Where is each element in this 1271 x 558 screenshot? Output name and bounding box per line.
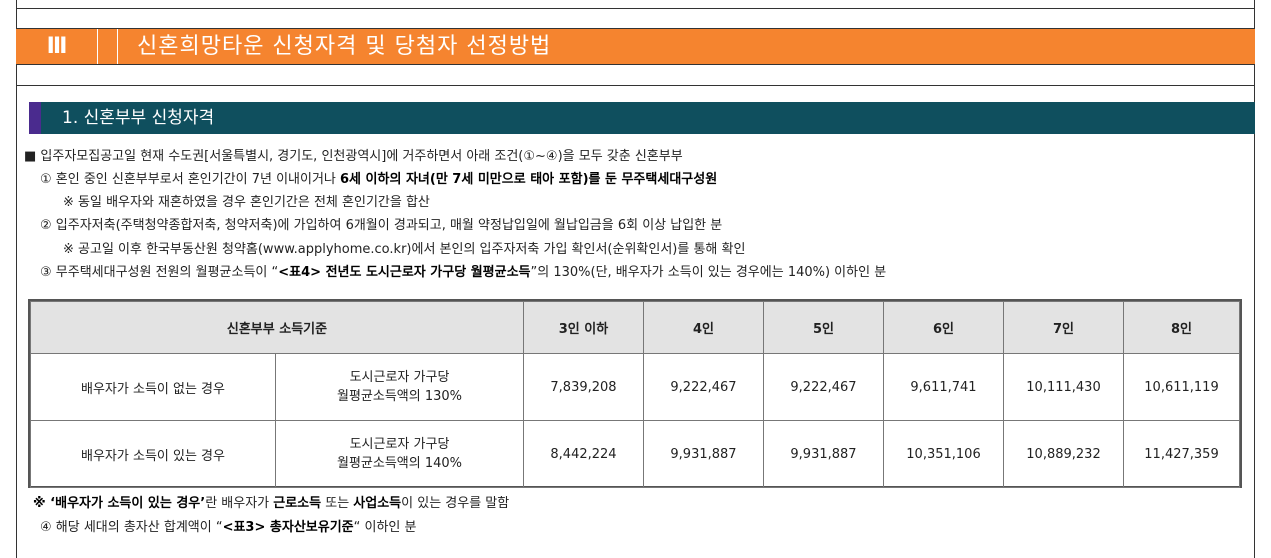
table-cell: 9,931,887: [763, 420, 884, 488]
section-number: Ⅲ: [46, 34, 68, 59]
condition-4-text-b: “ 이하인 분: [353, 520, 417, 535]
table-header-cell: 8인: [1123, 301, 1240, 354]
table-header-cell: 7인: [1003, 301, 1124, 354]
subsection-header: 1. 신혼부부 신청자격: [29, 102, 1255, 134]
subsection-accent: [29, 102, 41, 134]
table-cell: 10,611,119: [1123, 353, 1240, 421]
table-row: 배우자가 소득이 없는 경우 도시근로자 가구당 월평균소득액의 130% 7,…: [30, 353, 1240, 421]
intro-line: ■ 입주자모집공고일 현재 수도권[서울특별시, 경기도, 인천광역시]에 거주…: [24, 149, 683, 164]
condition-2: ② 입주자저축(주택청약종합저축, 청약저축)에 가입하여 6개월이 경과되고,…: [40, 218, 723, 233]
condition-1-note: ※ 동일 배우자와 재혼하였을 경우 혼인기간은 전체 혼인기간을 합산: [63, 195, 430, 210]
condition-4-bold: <표3> 총자산보유기준: [222, 520, 354, 535]
table-header-cell: 4인: [643, 301, 764, 354]
row-basis: 도시근로자 가구당 월평균소득액의 140%: [275, 420, 524, 488]
condition-1-text: ① 혼인 중인 신혼부부로서 혼인기간이 7년 이내이거나: [40, 172, 341, 187]
table-cell: 9,222,467: [643, 353, 764, 421]
condition-4: ④ 해당 세대의 총자산 합계액이 “<표3> 총자산보유기준“ 이하인 분: [40, 519, 416, 537]
row-basis-line: 월평균소득액의 130%: [336, 389, 463, 404]
table-cell: 10,111,430: [1003, 353, 1124, 421]
section-header: Ⅲ 신혼희망타운 신청자격 및 당첨자 선정방법: [16, 28, 1255, 65]
row-label: 배우자가 소득이 없는 경우: [30, 353, 276, 421]
row-basis-line: 월평균소득액의 140%: [336, 456, 463, 471]
table-cell: 10,889,232: [1003, 420, 1124, 488]
row-basis-line: 도시근로자 가구당: [349, 370, 450, 385]
note-star: ※: [33, 496, 51, 511]
condition-3-text-a: ③ 무주택세대구성원 전원의 월평균소득이 “: [40, 265, 279, 280]
table-header-row: 신혼부부 소득기준 3인 이하 4인 5인 6인 7인 8인: [30, 301, 1240, 354]
condition-1: ① 혼인 중인 신혼부부로서 혼인기간이 7년 이내이거나 6세 이하의 자녀(…: [40, 171, 717, 189]
table-cell: 7,839,208: [523, 353, 644, 421]
subsection-title: 1. 신혼부부 신청자격: [62, 108, 215, 128]
condition-3-text-b: ”의 130%(단, 배우자가 소득이 있는 경우에는 140%) 이하인 분: [530, 265, 887, 280]
table-cell: 11,427,359: [1123, 420, 1240, 488]
condition-1-bold: 6세 이하의 자녀(만 7세 미만으로 태아 포함)를 둔 무주택세대구성원: [340, 172, 718, 187]
table-header-cell: 3인 이하: [523, 301, 644, 354]
top-rule: [16, 8, 1255, 9]
row-label: 배우자가 소득이 있는 경우: [30, 420, 276, 488]
note-text-c: 이 있는 경우를 말함: [401, 496, 510, 511]
note-text-b: 또는: [321, 496, 354, 511]
table-row: 배우자가 소득이 있는 경우 도시근로자 가구당 월평균소득액의 140% 8,…: [30, 420, 1240, 488]
note-bold-term: ‘배우자가 소득이 있는 경우’: [50, 496, 206, 511]
income-table: 신혼부부 소득기준 3인 이하 4인 5인 6인 7인 8인 배우자가 소득이 …: [28, 299, 1242, 488]
section-divider: [97, 29, 118, 64]
condition-3-bold: <표4> 전년도 도시근로자 가구당 월평균소득: [278, 265, 531, 280]
condition-2-note: ※ 공고일 이후 한국부동산원 청약홈(www.applyhome.co.kr)…: [63, 242, 746, 257]
row-basis-line: 도시근로자 가구당: [349, 437, 450, 452]
section-rule: [16, 85, 1255, 86]
table-cell: 9,931,887: [643, 420, 764, 488]
table-cell: 9,222,467: [763, 353, 884, 421]
condition-4-text-a: ④ 해당 세대의 총자산 합계액이 “: [40, 520, 223, 535]
table-header-cell: 5인: [763, 301, 884, 354]
spouse-income-note: ※ ‘배우자가 소득이 있는 경우’란 배우자가 근로소득 또는 사업소득이 있…: [33, 495, 509, 513]
table-cell: 10,351,106: [883, 420, 1004, 488]
section-title: 신혼희망타운 신청자격 및 당첨자 선정방법: [137, 34, 552, 59]
condition-3: ③ 무주택세대구성원 전원의 월평균소득이 “<표4> 전년도 도시근로자 가구…: [40, 264, 886, 282]
table-header-cell: 6인: [883, 301, 1004, 354]
table-header-cell: 신혼부부 소득기준: [30, 301, 524, 354]
table-cell: 8,442,224: [523, 420, 644, 488]
note-bold-business: 사업소득: [353, 496, 402, 511]
row-basis: 도시근로자 가구당 월평균소득액의 130%: [275, 353, 524, 421]
table-cell: 9,611,741: [883, 353, 1004, 421]
note-bold-earned: 근로소득: [273, 496, 322, 511]
note-text-a: 란 배우자가: [205, 496, 274, 511]
